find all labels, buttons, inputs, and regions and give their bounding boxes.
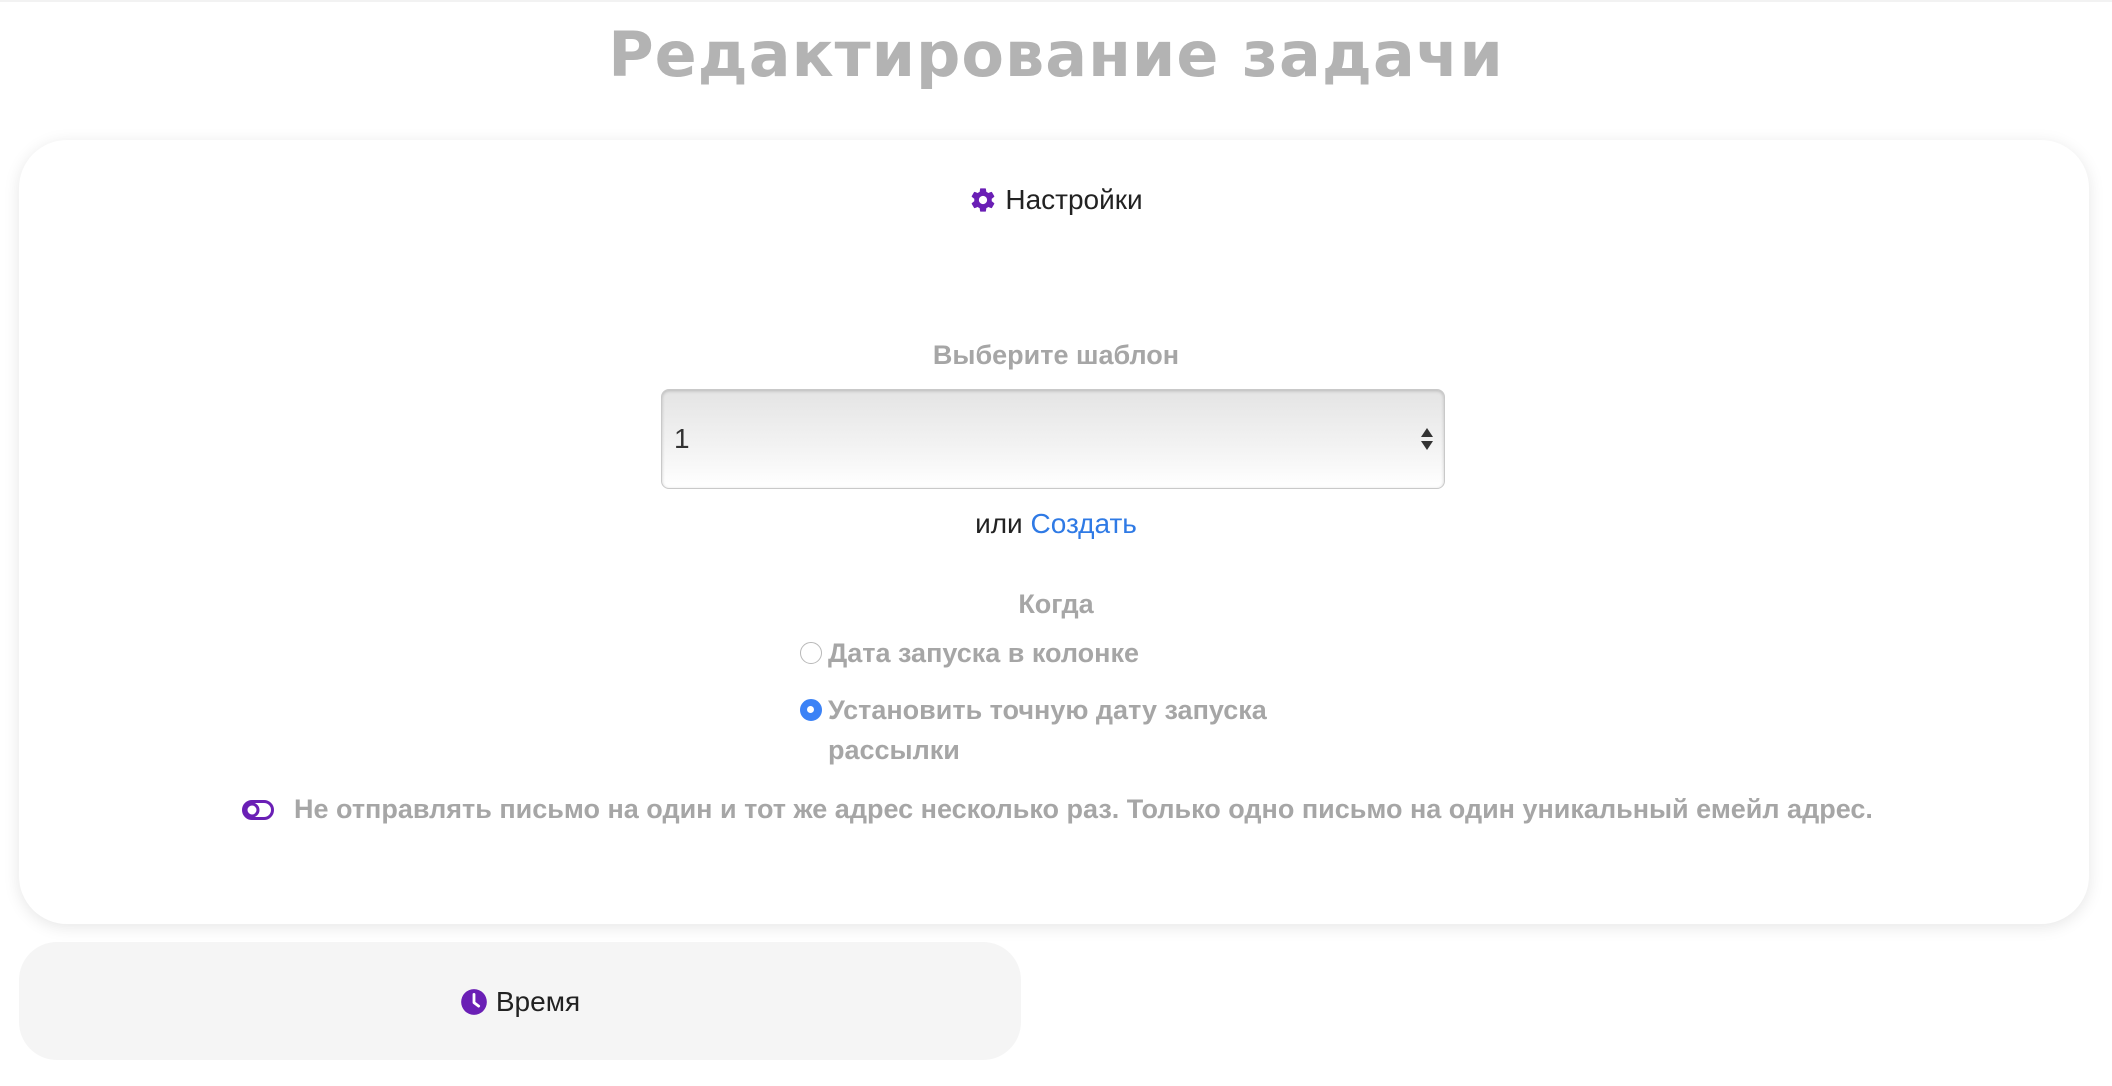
settings-header: Настройки	[0, 184, 2112, 216]
template-select[interactable]: 1	[661, 389, 1445, 489]
gear-icon	[969, 186, 997, 214]
radio-button[interactable]	[800, 642, 822, 664]
create-template-link[interactable]: Создать	[1030, 508, 1136, 539]
radio-option-exact-date[interactable]: Установить точную дату запуска рассылки	[800, 695, 1288, 770]
page-title: Редактирование задачи	[608, 18, 1504, 91]
or-create-line: или Создать	[0, 508, 2112, 540]
toggle-off-icon[interactable]	[242, 799, 274, 820]
template-label: Выберите шаблон	[932, 340, 1180, 370]
radio-option-column-date[interactable]: Дата запуска в колонке	[800, 638, 1288, 673]
radio-option-label: Установить точную дату запуска рассылки	[828, 695, 1267, 765]
settings-header-label: Настройки	[1005, 184, 1143, 215]
template-select-value: 1	[674, 423, 690, 454]
time-header[interactable]: Время	[19, 986, 1021, 1018]
when-label: Когда	[1018, 589, 1094, 619]
dedupe-toggle-label: Не отправлять письмо на один и тот же ад…	[294, 794, 1873, 824]
clock-icon	[460, 988, 488, 1016]
radio-option-label: Дата запуска в колонке	[828, 638, 1139, 668]
top-divider	[0, 0, 2112, 2]
or-text: или	[975, 508, 1023, 539]
select-arrows-icon	[1420, 425, 1434, 453]
dedupe-toggle-row[interactable]: Не отправлять письмо на один и тот же ад…	[242, 794, 1873, 825]
radio-button-selected[interactable]	[800, 699, 822, 721]
time-header-label: Время	[495, 986, 581, 1017]
